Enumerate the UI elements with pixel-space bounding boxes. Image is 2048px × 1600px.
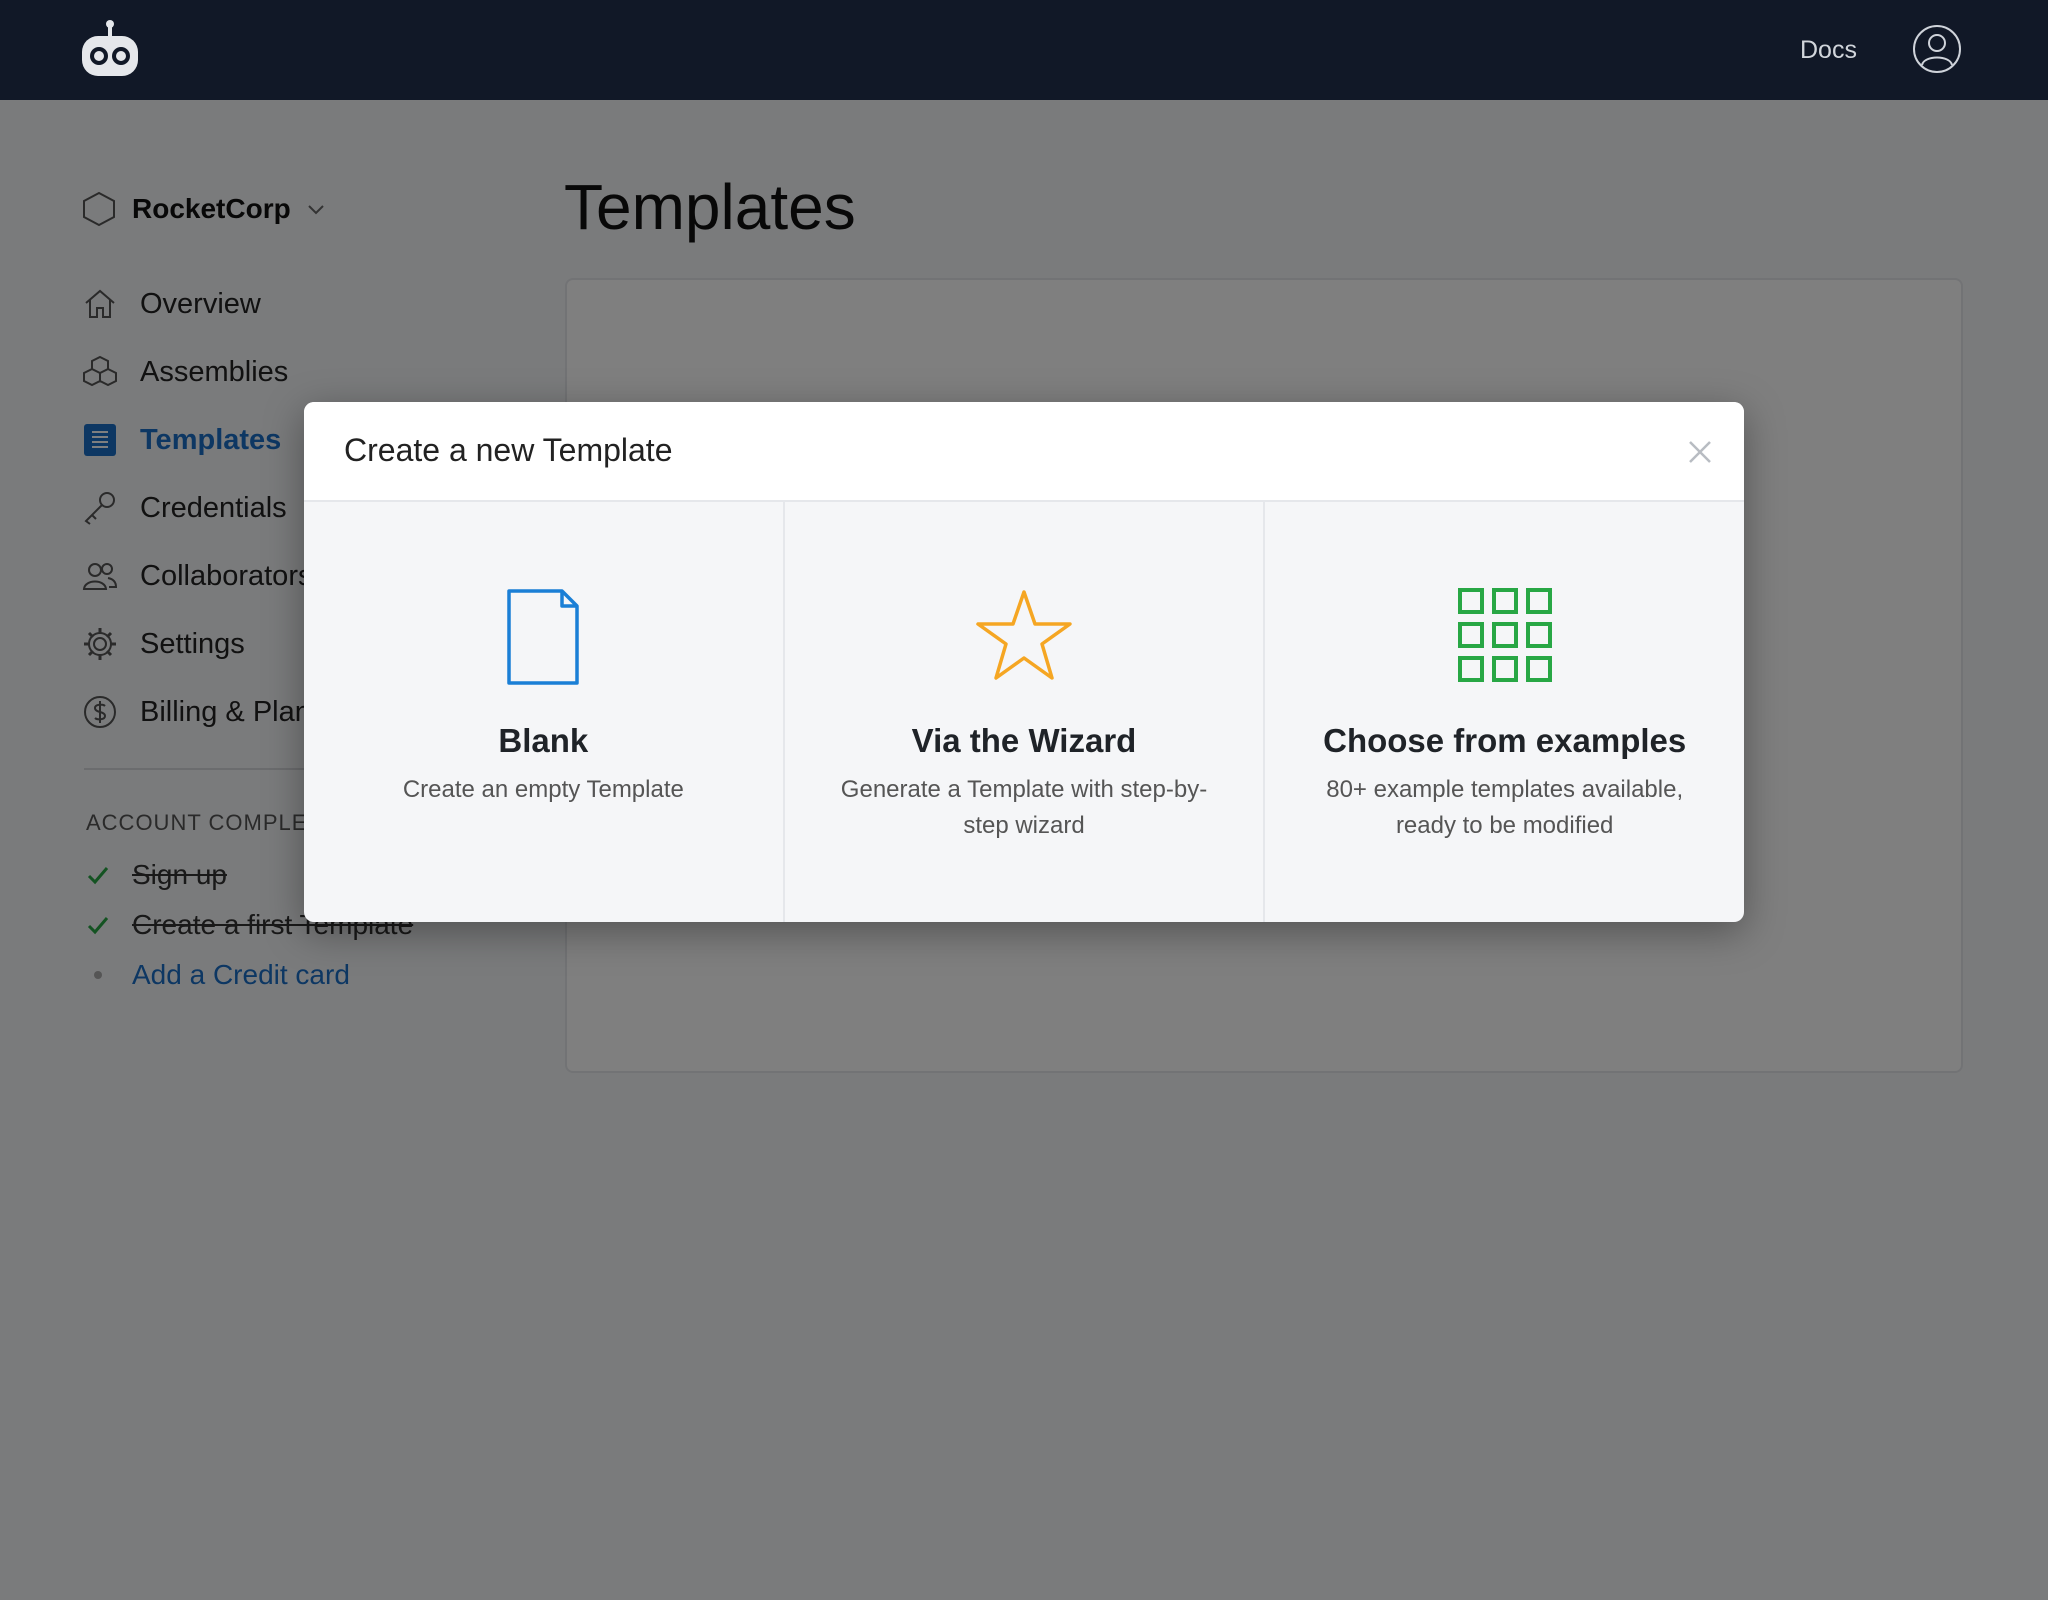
option-blank[interactable]: Blank Create an empty Template — [304, 502, 785, 922]
option-title: Blank — [498, 722, 589, 759]
docs-link[interactable]: Docs — [1800, 32, 1857, 68]
modal-header: Create a new Template — [304, 402, 1744, 502]
option-title: Via the Wizard — [911, 722, 1137, 759]
create-template-modal: Create a new Template Blank Create an em… — [304, 402, 1744, 922]
top-navigation-bar: Docs — [0, 0, 2048, 100]
option-description: Create an empty Template — [402, 776, 684, 803]
star-icon — [976, 590, 1072, 680]
close-icon[interactable] — [1686, 438, 1714, 466]
blank-document-icon — [507, 589, 580, 685]
robot-logo-icon[interactable] — [78, 18, 142, 82]
option-examples[interactable]: Choose from examples 80+ example templat… — [1265, 502, 1744, 922]
option-title: Choose from examples — [1323, 722, 1687, 759]
template-options: Blank Create an empty Template Via the W… — [304, 502, 1744, 922]
grid-icon — [1457, 588, 1552, 682]
option-description: 80+ example templates available, ready t… — [1326, 776, 1684, 839]
option-wizard[interactable]: Via the Wizard Generate a Template with … — [785, 502, 1266, 922]
modal-title: Create a new Template — [344, 432, 673, 468]
user-avatar-icon[interactable] — [1912, 24, 1962, 74]
option-description: Generate a Template with step-by-step wi… — [840, 776, 1208, 839]
